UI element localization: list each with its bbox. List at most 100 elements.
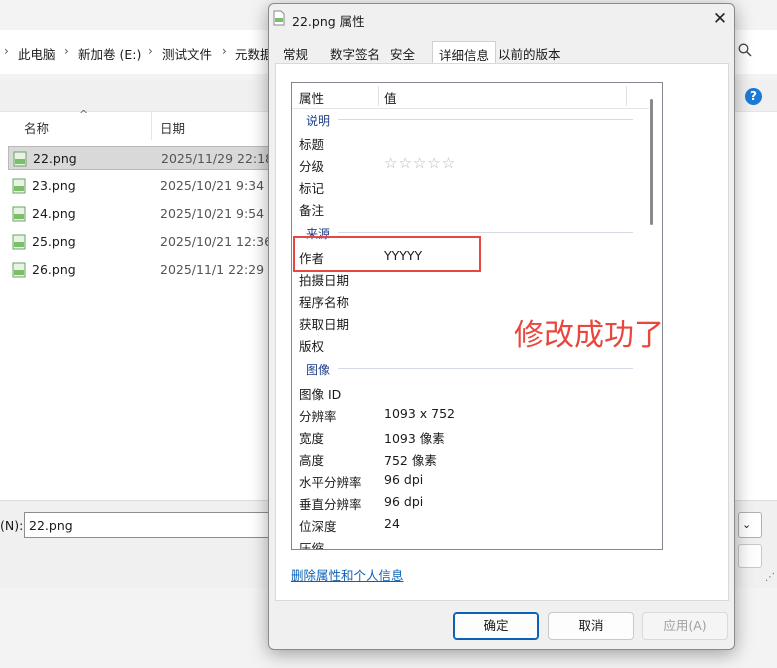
group-divider xyxy=(338,232,633,233)
breadcrumb-item[interactable]: 此电脑 xyxy=(18,44,56,63)
filename-input[interactable]: 22.png xyxy=(24,512,276,538)
file-row[interactable]: 22.png 2025/11/29 22:18 xyxy=(8,146,274,170)
column-header-date[interactable]: 日期 xyxy=(160,118,185,137)
file-date: 2025/11/29 22:18 xyxy=(161,151,274,166)
property-value: 24 xyxy=(384,516,400,531)
property-row[interactable]: 位深度 24 xyxy=(292,512,647,534)
file-name: 25.png xyxy=(32,234,76,249)
property-value: 96 dpi xyxy=(384,494,424,509)
property-row[interactable]: 垂直分辨率 96 dpi xyxy=(292,490,647,512)
property-name: 高度 xyxy=(299,453,325,468)
property-row[interactable]: 程序名称 xyxy=(292,288,647,310)
tab-previous-versions[interactable]: 以前的版本 xyxy=(498,44,561,63)
properties-dialog: 22.png 属性 ✕ 常规 数字签名 安全 详细信息 以前的版本 属性 值 说… xyxy=(268,3,735,650)
file-row[interactable]: 23.png 2025/10/21 9:34 xyxy=(8,174,270,198)
ok-button[interactable]: 确定 xyxy=(453,612,539,640)
png-file-icon xyxy=(12,262,26,278)
property-name: 水平分辨率 xyxy=(299,475,362,490)
property-name: 分辨率 xyxy=(299,409,337,424)
png-file-icon xyxy=(12,178,26,194)
column-header-name[interactable]: 名称 xyxy=(24,118,49,137)
property-name: 程序名称 xyxy=(299,295,350,310)
property-value: 1093 像素 xyxy=(384,431,445,446)
property-name: 获取日期 xyxy=(299,317,350,332)
png-file-icon xyxy=(12,234,26,250)
column-header-property[interactable]: 属性 xyxy=(299,88,324,107)
property-name: 备注 xyxy=(299,203,325,218)
column-divider[interactable] xyxy=(378,86,379,106)
close-icon[interactable]: ✕ xyxy=(708,6,732,32)
apply-button[interactable]: 应用(A) xyxy=(642,612,728,640)
property-row[interactable]: 分辨率 1093 x 752 xyxy=(292,402,647,424)
column-header-value[interactable]: 值 xyxy=(384,88,397,107)
chevron-down-icon: ⌄ xyxy=(742,518,752,531)
tab-details[interactable]: 详细信息 xyxy=(432,41,497,65)
filename-label: (N): xyxy=(0,518,24,533)
details-panel: 属性 值 说明 标题 分级 ☆☆☆☆☆ 标记 备注 来源 作者 YYYYY 拍摄日期… xyxy=(275,63,729,601)
property-row[interactable]: 宽度 1093 像素 xyxy=(292,424,647,446)
cancel-button[interactable]: 取消 xyxy=(548,612,634,640)
dialog-button[interactable] xyxy=(738,544,762,568)
file-date: 2025/10/21 9:34 xyxy=(160,178,265,193)
group-divider xyxy=(338,119,633,120)
group-divider xyxy=(338,368,633,369)
file-name: 26.png xyxy=(32,262,76,277)
property-row[interactable]: 标记 xyxy=(292,174,647,196)
property-row[interactable]: 水平分辨率 96 dpi xyxy=(292,468,647,490)
group-image[interactable]: 图像 xyxy=(292,358,647,378)
remove-properties-link[interactable]: 删除属性和个人信息 xyxy=(291,565,404,584)
property-name: 垂直分辨率 xyxy=(299,497,362,512)
column-divider[interactable] xyxy=(626,86,627,106)
png-file-icon xyxy=(273,10,285,26)
property-row[interactable]: 高度 752 像素 xyxy=(292,446,647,468)
resize-grip-icon[interactable]: ⋰ xyxy=(765,572,775,583)
property-name: 标记 xyxy=(299,181,325,196)
breadcrumb-item[interactable]: 新加卷 (E:) xyxy=(78,44,141,63)
file-name: 22.png xyxy=(33,151,77,166)
file-type-dropdown[interactable]: ⌄ xyxy=(738,512,762,538)
sort-ascending-icon: ^ xyxy=(79,108,89,121)
file-row[interactable]: 25.png 2025/10/21 12:36 xyxy=(8,230,272,254)
file-row[interactable]: 24.png 2025/10/21 9:54 xyxy=(8,202,270,226)
column-divider[interactable] xyxy=(151,112,152,140)
tab-general[interactable]: 常规 xyxy=(283,44,308,63)
property-name: 宽度 xyxy=(299,431,325,446)
property-name: 标题 xyxy=(299,137,325,152)
tab-security[interactable]: 安全 xyxy=(390,44,415,63)
property-row[interactable]: 备注 xyxy=(292,196,647,218)
breadcrumb-item[interactable]: 测试文件 xyxy=(162,44,212,63)
png-file-icon xyxy=(13,151,27,167)
property-value: 1093 x 752 xyxy=(384,406,456,421)
property-row[interactable]: 分级 ☆☆☆☆☆ xyxy=(292,152,647,174)
group-title: 图像 xyxy=(306,363,331,377)
property-name: 版权 xyxy=(299,339,325,354)
property-name: 图像 ID xyxy=(299,387,342,402)
annotation-text: 修改成功了 xyxy=(514,318,664,353)
property-name: 拍摄日期 xyxy=(299,273,350,288)
property-name: 位深度 xyxy=(299,519,337,534)
file-row[interactable]: 26.png 2025/11/1 22:29 xyxy=(8,258,270,282)
annotation-highlight-box xyxy=(293,236,481,272)
tab-digital-signature[interactable]: 数字签名 xyxy=(330,44,380,63)
file-name: 24.png xyxy=(32,206,76,221)
breadcrumb-item[interactable]: 元数据 xyxy=(235,44,273,63)
property-name: 分级 xyxy=(299,159,325,174)
rating-stars-icon[interactable]: ☆☆☆☆☆ xyxy=(384,154,456,172)
property-value: 752 像素 xyxy=(384,453,437,468)
dialog-title: 22.png 属性 xyxy=(292,14,365,29)
breadcrumb-chevron-icon: › xyxy=(222,44,227,58)
file-date: 2025/11/1 22:29 xyxy=(160,262,265,277)
help-icon[interactable]: ? xyxy=(745,88,762,105)
property-row[interactable]: 标题 xyxy=(292,130,647,152)
breadcrumb-chevron-icon: › xyxy=(4,44,9,58)
group-title: 说明 xyxy=(306,114,331,128)
grid-header: 属性 值 xyxy=(292,83,662,109)
property-row[interactable]: 压缩 xyxy=(292,534,647,549)
search-icon[interactable] xyxy=(738,43,752,57)
property-row[interactable]: 图像 ID xyxy=(292,380,647,402)
scrollbar-thumb[interactable] xyxy=(650,99,653,225)
breadcrumb-chevron-icon: › xyxy=(64,44,69,58)
group-description[interactable]: 说明 xyxy=(292,109,647,129)
png-file-icon xyxy=(12,206,26,222)
breadcrumb-chevron-icon: › xyxy=(148,44,153,58)
